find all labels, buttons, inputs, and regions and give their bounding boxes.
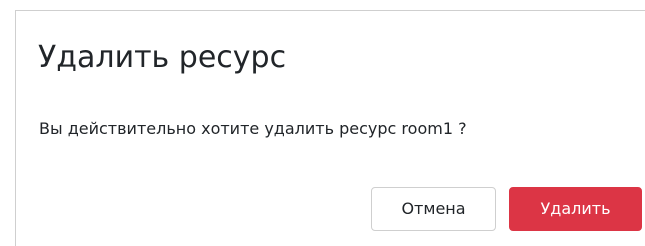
- delete-button[interactable]: Удалить: [509, 187, 642, 231]
- delete-resource-dialog: Удалить ресурс Вы действительно хотите у…: [15, 10, 645, 246]
- dialog-message: Вы действительно хотите удалить ресурс r…: [39, 119, 467, 138]
- cancel-button[interactable]: Отмена: [371, 187, 496, 231]
- dialog-title: Удалить ресурс: [38, 40, 287, 75]
